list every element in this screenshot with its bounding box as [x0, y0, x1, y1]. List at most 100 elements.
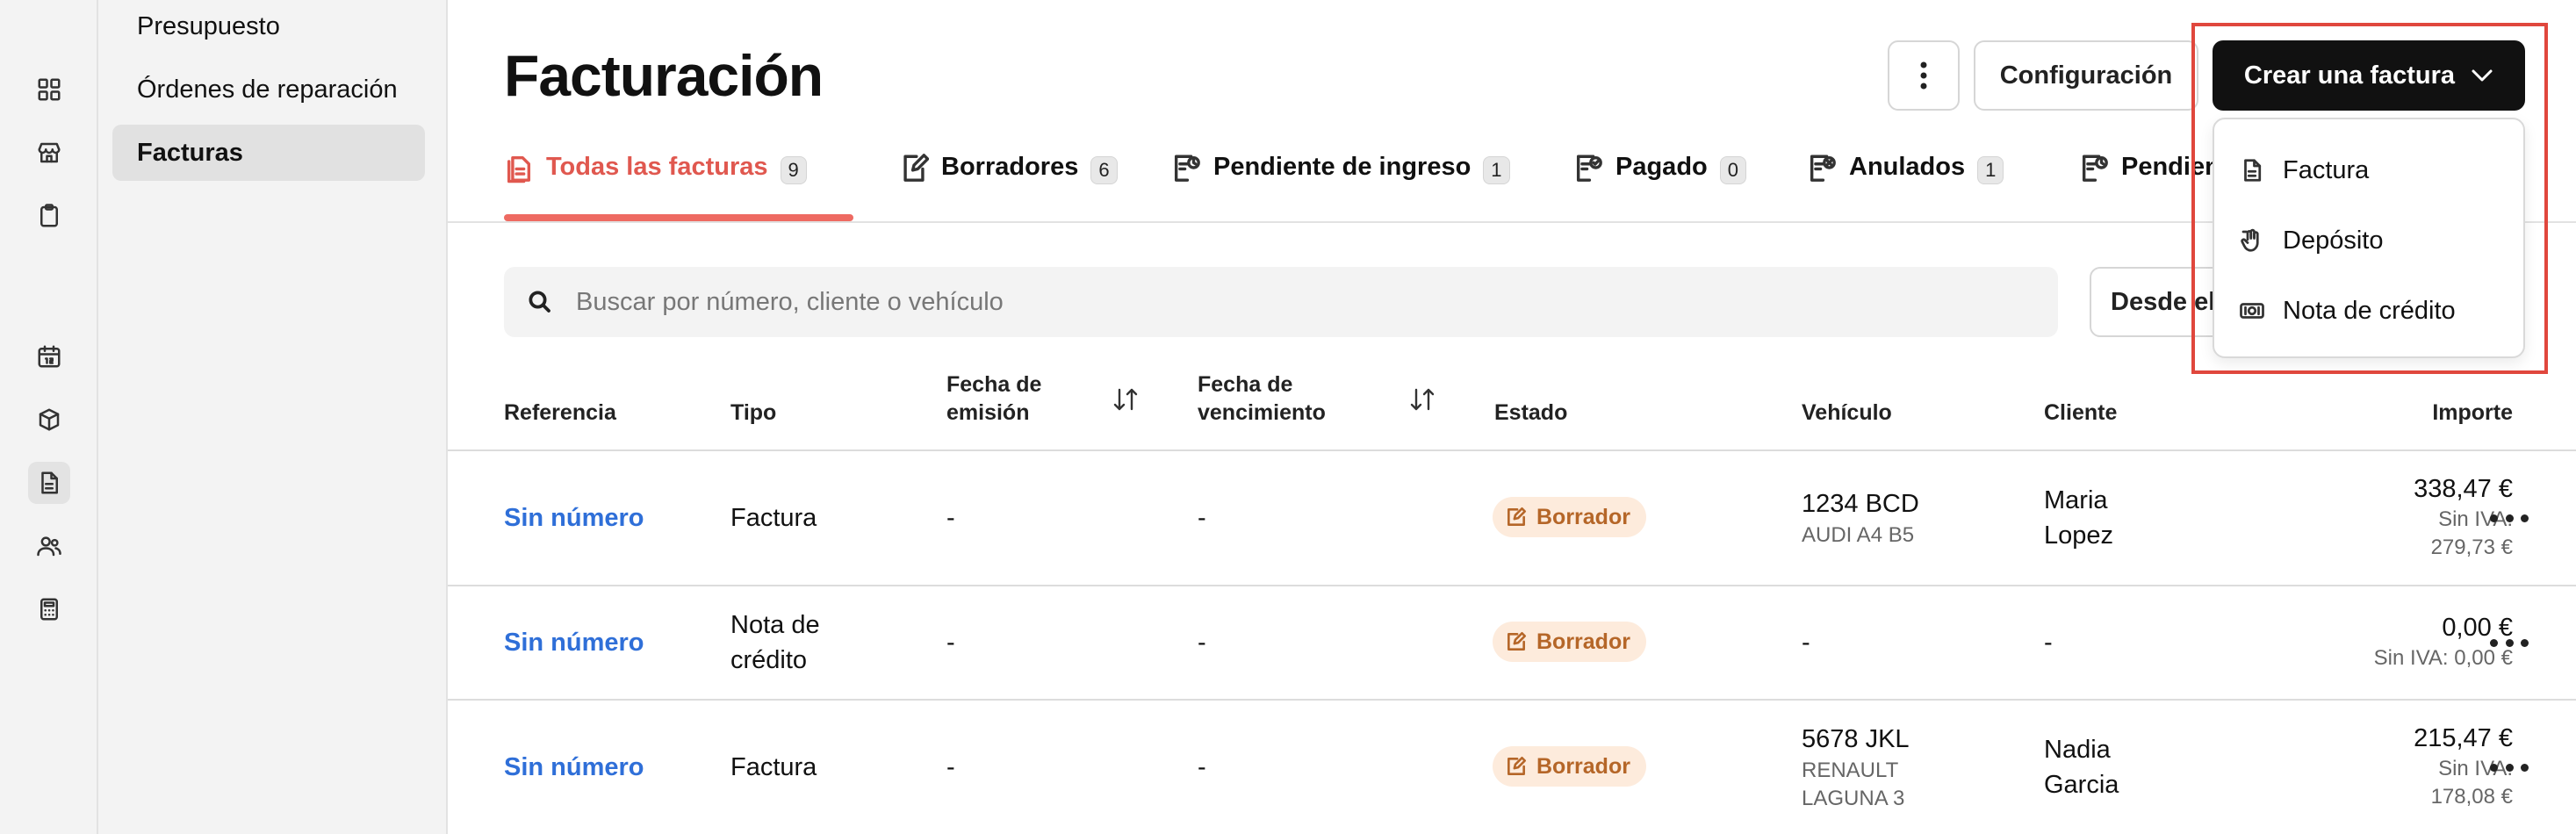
issue-date: -	[946, 504, 955, 532]
status-label: Borrador	[1536, 753, 1630, 779]
dashboard-icon[interactable]	[28, 68, 70, 111]
row-more-menu-icon[interactable]	[2490, 632, 2529, 653]
header-fecha-venc-line1: Fecha de	[1198, 372, 1293, 397]
amount-without-vat: 279,73 €	[2430, 536, 2513, 559]
vehicle-plate: 1234 BCD	[1802, 490, 1919, 518]
header-fecha-emision[interactable]: Fecha de emisión	[946, 370, 1041, 427]
tab-count: 1	[1483, 156, 1510, 184]
billing-subnav: Presupuesto Órdenes de reparación Factur…	[98, 0, 448, 834]
status-badge: Borrador	[1493, 497, 1646, 537]
icon-rail	[0, 0, 98, 834]
invoice-reference-link[interactable]: Sin número	[504, 500, 644, 536]
tab-label: Borradores	[941, 153, 1079, 181]
tab-count: 9	[780, 156, 807, 184]
subnav-item-ordenes[interactable]: Órdenes de reparación	[112, 61, 425, 118]
amount-without-vat: 178,08 €	[2430, 785, 2513, 809]
active-tab-indicator	[504, 214, 853, 221]
status-label: Borrador	[1536, 629, 1630, 654]
vehicle-plate: -	[1802, 629, 1810, 657]
client-first-name: Nadia	[2044, 736, 2111, 764]
tab-count: 0	[1719, 156, 1746, 184]
amount-total: 0,00 €	[2442, 614, 2513, 642]
due-date: -	[1198, 504, 1206, 532]
tab-count: 1	[1977, 156, 2004, 184]
invoice-type-line2: crédito	[730, 646, 808, 674]
sort-icon[interactable]	[1408, 386, 1436, 413]
invoice-amount: 215,47 € Sin IVA: 178,08 €	[2197, 722, 2513, 811]
status-badge: Borrador	[1493, 746, 1646, 787]
highlight-annotation-box	[2191, 23, 2548, 374]
edit-document-icon	[1507, 631, 1527, 651]
invoice-amount: 338,47 € Sin IVA: 279,73 €	[2197, 472, 2513, 562]
box-icon[interactable]	[28, 399, 70, 441]
vehicle-model: LAGUNA 3	[1802, 787, 1905, 810]
header-estado: Estado	[1494, 400, 1568, 425]
more-vertical-icon	[1920, 61, 1927, 90]
table-divider	[448, 449, 2576, 451]
issue-date: -	[946, 629, 955, 657]
header-fecha-venc-line2: vencimiento	[1198, 400, 1326, 425]
pending-document-icon	[2082, 155, 2108, 182]
tab-label: Pendiente de ingreso	[1213, 153, 1471, 181]
tab-todas[interactable]: Todas las facturas 9	[504, 140, 807, 223]
invoice-amount: 0,00 € Sin IVA: 0,00 €	[2197, 611, 2513, 672]
tab-label: Todas las facturas	[546, 153, 768, 181]
issue-date: -	[946, 753, 955, 781]
invoice-type: Nota de	[730, 611, 820, 639]
header-cliente: Cliente	[2044, 400, 2118, 425]
header-tipo: Tipo	[730, 400, 777, 425]
due-date: -	[1198, 629, 1206, 657]
paid-document-icon	[1576, 155, 1602, 182]
void-document-icon	[1810, 155, 1836, 182]
amount-without-vat: Sin IVA: 0,00 €	[2373, 646, 2513, 670]
page-title: Facturación	[504, 43, 824, 108]
header-vehiculo: Vehículo	[1802, 400, 1892, 425]
row-more-menu-icon[interactable]	[2490, 507, 2529, 528]
tab-borradores[interactable]: Borradores 6	[899, 140, 1118, 223]
tab-label: Anulados	[1849, 153, 1966, 181]
amount-without-vat-label: Sin IVA:	[2438, 757, 2513, 780]
main-content: Facturación Configuración Crear una fact…	[448, 0, 2576, 834]
row-more-menu-icon[interactable]	[2490, 757, 2529, 778]
status-label: Borrador	[1536, 504, 1630, 529]
search-icon	[529, 291, 550, 313]
tab-pagado[interactable]: Pagado 0	[1573, 140, 1746, 223]
calculator-icon[interactable]	[28, 588, 70, 630]
header-fecha-emision-line2: emisión	[946, 400, 1030, 425]
client-last-name: Garcia	[2044, 771, 2119, 799]
invoice-reference-link[interactable]: Sin número	[504, 625, 644, 660]
tab-anulados[interactable]: Anulados 1	[1807, 140, 2004, 223]
client-name: -	[2044, 629, 2053, 657]
store-icon[interactable]	[28, 132, 70, 174]
more-options-button[interactable]	[1888, 40, 1960, 111]
sort-icon[interactable]	[1112, 386, 1140, 413]
invoice-reference-link[interactable]: Sin número	[504, 750, 644, 785]
row-divider	[448, 585, 2576, 586]
vehicle-make: RENAULT	[1802, 759, 1899, 782]
search-input[interactable]: Buscar por número, cliente o vehículo	[504, 267, 2058, 337]
client-last-name: Lopez	[2044, 521, 2114, 550]
tab-label: Pagado	[1615, 153, 1708, 181]
tab-pendiente-ingreso[interactable]: Pendiente de ingreso 1	[1171, 140, 1510, 223]
invoice-file-icon[interactable]	[28, 462, 70, 504]
clipboard-icon[interactable]	[28, 195, 70, 237]
edit-document-icon	[903, 154, 929, 182]
edit-document-icon	[1507, 507, 1527, 526]
configuration-button[interactable]: Configuración	[1974, 40, 2198, 111]
header-importe: Importe	[2432, 400, 2513, 425]
header-referencia: Referencia	[504, 400, 616, 425]
users-icon[interactable]	[28, 525, 70, 567]
vehicle-model: AUDI A4 B5	[1802, 523, 1915, 547]
due-date: -	[1198, 753, 1206, 781]
subnav-item-presupuesto[interactable]: Presupuesto	[112, 0, 425, 54]
calendar-icon[interactable]	[28, 335, 70, 377]
tab-count: 6	[1090, 156, 1118, 184]
vehicle-plate: 5678 JKL	[1802, 725, 1910, 753]
header-fecha-emision-line1: Fecha de	[946, 372, 1042, 397]
header-fecha-vencimiento[interactable]: Fecha de vencimiento	[1198, 370, 1326, 427]
client-first-name: Maria	[2044, 486, 2108, 514]
amount-total: 215,47 €	[2414, 724, 2513, 752]
invoice-type: Factura	[730, 504, 817, 532]
search-placeholder: Buscar por número, cliente o vehículo	[576, 287, 1004, 316]
subnav-item-facturas[interactable]: Facturas	[112, 125, 425, 181]
